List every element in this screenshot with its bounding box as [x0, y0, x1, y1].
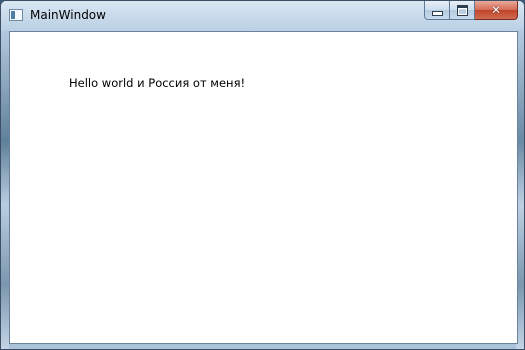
main-window: MainWindow ✕ Hello world и Россия от мен… — [0, 0, 525, 350]
hello-label: Hello world и Россия от меня! — [69, 76, 246, 90]
maximize-button[interactable] — [450, 1, 475, 20]
app-window-icon[interactable] — [9, 9, 23, 21]
close-icon: ✕ — [490, 3, 502, 17]
caption-buttons: ✕ — [424, 1, 518, 21]
title-bar[interactable]: MainWindow ✕ — [1, 1, 524, 30]
minimize-button[interactable] — [424, 1, 450, 20]
minimize-icon — [431, 10, 443, 16]
client-area: Hello world и Россия от меня! — [9, 31, 518, 344]
maximize-icon — [456, 4, 468, 16]
close-button[interactable]: ✕ — [475, 1, 518, 20]
window-frame-left[interactable] — [1, 29, 9, 349]
window-title: MainWindow — [30, 8, 106, 22]
